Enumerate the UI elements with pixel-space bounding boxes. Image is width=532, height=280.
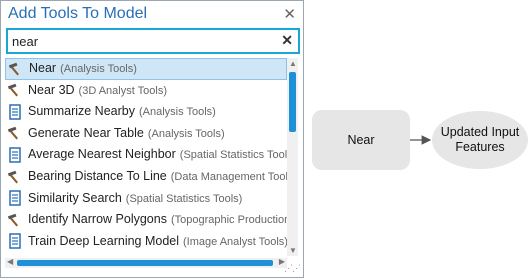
output-node-label-line2: Features xyxy=(455,140,504,154)
model-diagram: Near Updated Input Features xyxy=(312,110,528,170)
tool-node-label: Near xyxy=(347,133,374,147)
output-node-label-line1: Updated Input xyxy=(441,125,520,139)
